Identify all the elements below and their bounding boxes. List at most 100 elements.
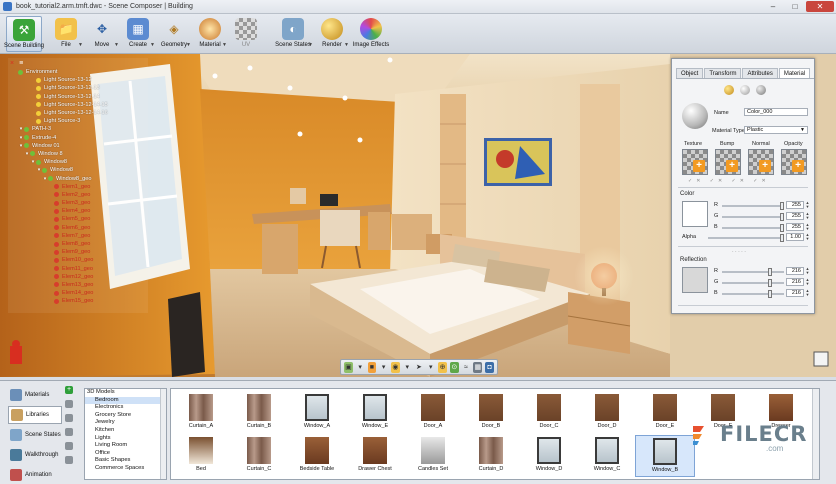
tab-object[interactable]: Object [676,68,704,78]
reflection-swatch[interactable] [682,267,708,293]
reflection_channels-slider[interactable] [722,290,784,298]
library-tab-libraries[interactable]: Libraries [8,406,62,424]
tree-menu-icon[interactable]: ≡ [19,60,23,67]
tree-row[interactable]: Light Source-3 [8,117,148,125]
color_channels-value[interactable]: 255 [786,201,804,209]
texture-slot[interactable]: + [682,149,708,175]
opacity-slot[interactable]: + [781,149,807,175]
tree-row[interactable]: Elem2_geo [8,191,148,199]
tree-row[interactable]: Elem15_geo [8,297,148,305]
model-thumb-curtain_b[interactable]: Curtain_B [229,392,289,434]
category-item[interactable]: Living Room [85,442,166,450]
tab-material[interactable]: Material [778,68,811,78]
image-effects-button[interactable]: Image Effects [350,16,392,52]
tree-row[interactable]: ▾ Window 01 [8,142,148,150]
spinner-icon[interactable]: ▲ ▼ [805,289,810,297]
spinner-icon[interactable]: ▲ ▼ [805,233,810,241]
library-tab-materials[interactable]: Materials [8,386,62,404]
category-item[interactable]: Bedroom [85,396,166,405]
tab-transform[interactable]: Transform [704,68,742,78]
model-thumb-curtain_a[interactable]: Curtain_A [171,392,231,434]
material-copy-icon[interactable] [740,85,750,95]
create-button[interactable]: ▦ Create ▼ [120,16,156,52]
camera-icon[interactable]: ◘ [485,361,494,373]
spinner-icon[interactable]: ▲ ▼ [805,223,810,231]
model-thumb-drawer-chest[interactable]: Drawer Chest [345,435,405,477]
material-name-field[interactable]: Color_000 [744,108,808,116]
category-scrollbar[interactable] [160,389,166,479]
spinner-icon[interactable]: ▲ ▼ [805,267,810,275]
maximize-button[interactable]: □ [784,1,806,12]
move-button[interactable]: ✥ Move ▼ [84,16,120,52]
tree-row[interactable]: ▾ Window8_geo [8,174,148,182]
geometry-button[interactable]: ◈ Geometry ▼ [156,16,192,52]
tree-row[interactable]: Elem9_geo [8,248,148,256]
category-item[interactable]: Office [85,450,166,458]
tree-row[interactable]: ▾ Extrude-4 [8,134,148,142]
tree-row[interactable]: Elem13_geo [8,281,148,289]
reflection_channels-slider[interactable] [722,279,784,287]
model-thumb-door_c[interactable]: Door_C [519,392,579,434]
category-item[interactable]: Jewelry [85,419,166,427]
tree-row[interactable]: Light Source-13-12-13 [8,84,148,92]
material-type-select[interactable]: Plastic ▼ [744,126,808,134]
cube-view-icon[interactable]: ▣ [344,361,353,373]
spinner-icon[interactable]: ▲ ▼ [805,212,810,220]
model-thumb-door_b[interactable]: Door_B [461,392,521,434]
category-item[interactable]: Electronics [85,404,166,412]
spinner-icon[interactable]: ▲ ▼ [805,278,810,286]
import-icon[interactable] [65,442,73,450]
select-cursor-icon[interactable]: ➤ [415,362,424,373]
shading-icon[interactable]: ■ [367,361,377,373]
render-mode-icon[interactable]: ◉ [391,361,400,373]
model-thumb-window_d[interactable]: Window_D [519,435,579,477]
color_channels-slider[interactable] [722,224,784,232]
slot-clear-icons[interactable]: ✓✕ ✓✕ ✓✕ ✓✕ [688,178,770,184]
scene-states-button[interactable]: ◐ Scene States ▼ [272,16,314,52]
normal-slot[interactable]: + [748,149,774,175]
tree-row[interactable]: Light Source-13-12-14-16 [8,109,148,117]
thumbnails-scrollbar[interactable] [812,389,819,479]
save-icon[interactable] [65,414,73,422]
model-thumb-curtain_d[interactable]: Curtain_D [461,435,521,477]
category-item[interactable]: Basic Shapes [85,457,166,465]
tree-row[interactable]: Light Source-13-12 [8,76,148,84]
dropdown-arrow-icon[interactable]: ▾ [356,362,365,373]
material-pick-icon[interactable] [724,85,734,95]
category-item[interactable]: Grocery Store [85,412,166,420]
bump-slot[interactable]: + [715,149,741,175]
tree-row[interactable]: ▾ Window8 [8,158,148,166]
color_channels-slider[interactable] [722,213,784,221]
tree-row[interactable]: Elem4_geo [8,207,148,215]
alpha-slider[interactable] [708,234,784,242]
color_channels-value[interactable]: 255 [786,223,804,231]
scene-building-button[interactable]: ⚒ Scene Building [4,16,44,52]
color_channels-value[interactable]: 255 [786,212,804,220]
uv-button[interactable]: UV [228,16,264,52]
collapse-dots-icon[interactable]: · · · · · [732,249,746,255]
dropdown-arrow-icon[interactable]: ▾ [426,362,435,373]
library-tab-walkthrough[interactable]: Walkthrough [8,446,62,464]
add-icon[interactable]: + [65,386,73,394]
color-swatch[interactable] [682,201,708,227]
folder-icon[interactable] [65,428,73,436]
alpha-value[interactable]: 1.00 [786,233,804,241]
tree-row[interactable]: Elem12_geo [8,273,148,281]
tree-row[interactable]: Elem1_geo [8,183,148,191]
tree-row[interactable]: Light Source-13-12-14 [8,93,148,101]
model-thumb-curtain_c[interactable]: Curtain_C [229,435,289,477]
material-button[interactable]: Material ▼ [192,16,228,52]
library-tab-scene-states[interactable]: Scene States [8,426,62,444]
tree-row[interactable]: Elem5_geo [8,215,148,223]
model-thumb-candles-set[interactable]: Candles Set [403,435,463,477]
tree-row[interactable]: Elem10_geo [8,256,148,264]
tree-row[interactable]: ▾ PATH-3 [8,125,148,133]
spinner-icon[interactable]: ▲ ▼ [805,201,810,209]
tree-row[interactable]: Elem11_geo [8,265,148,273]
dropdown-arrow-icon[interactable]: ▾ [379,362,388,373]
model-thumb-window_a[interactable]: Window_A [287,392,347,434]
grid-icon[interactable]: ▦ [473,361,483,373]
reflection_channels-value[interactable]: 216 [786,267,804,275]
zoom-fit-icon[interactable]: ⊙ [449,361,459,373]
dropdown-arrow-icon[interactable]: ▾ [403,362,412,373]
